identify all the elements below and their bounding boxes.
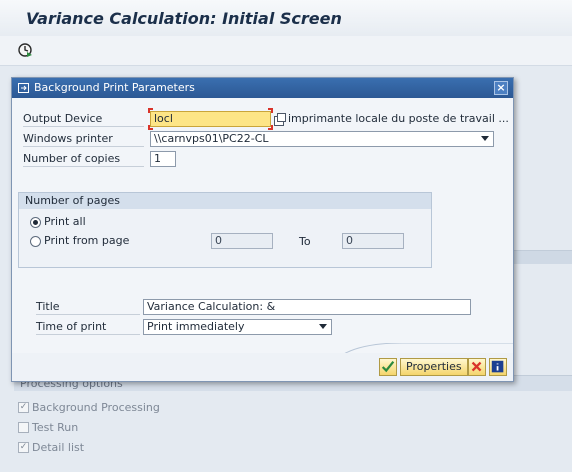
- time-of-print-value: Print immediately: [147, 320, 245, 333]
- chevron-down-icon: [481, 136, 489, 141]
- properties-button[interactable]: Properties: [400, 358, 468, 376]
- output-device-input[interactable]: locl: [150, 111, 271, 127]
- windows-printer-dropdown[interactable]: \\carnvps01\PC22-CL: [150, 131, 494, 147]
- output-device-description: imprimante locale du poste de travail ..…: [288, 112, 509, 125]
- windows-printer-value: \\carnvps01\PC22-CL: [154, 132, 269, 145]
- focus-corner-mark: [148, 108, 153, 113]
- detail-list-option: ✓ Detail list: [18, 439, 84, 455]
- focus-corner-mark: [268, 125, 273, 130]
- app-toolbar: [0, 36, 572, 66]
- windows-printer-label: Windows printer: [23, 131, 144, 147]
- output-device-label: Output Device: [23, 111, 144, 127]
- print-from-page-radio[interactable]: [30, 236, 41, 247]
- focus-corner-mark: [148, 125, 153, 130]
- number-of-pages-group: Number of pages Print all Print from pag…: [18, 192, 432, 268]
- test-run-option: Test Run: [18, 419, 78, 435]
- print-from-page-label: Print from page: [44, 234, 130, 247]
- page-title: Variance Calculation: Initial Screen: [26, 9, 342, 28]
- checkbox-unchecked-icon: [18, 421, 29, 433]
- dialog-titlebar: Background Print Parameters ×: [12, 78, 513, 98]
- option-label: Test Run: [32, 420, 79, 434]
- focus-corner-mark: [268, 108, 273, 113]
- time-of-print-label: Time of print: [36, 319, 140, 335]
- checkbox-checked-icon: ✓: [18, 401, 29, 413]
- option-label: Detail list: [32, 440, 85, 454]
- value-help-icon[interactable]: [274, 113, 286, 126]
- info-icon[interactable]: [489, 358, 507, 376]
- dialog-title: Background Print Parameters: [34, 81, 195, 94]
- background-print-parameters-dialog: Background Print Parameters × Output Dev…: [11, 77, 514, 382]
- to-label: To: [299, 235, 311, 248]
- time-of-print-dropdown[interactable]: Print immediately: [143, 319, 332, 335]
- cancel-x-icon[interactable]: [468, 358, 486, 376]
- execute-clock-icon[interactable]: [17, 42, 33, 58]
- title-input[interactable]: Variance Calculation: &: [143, 299, 471, 315]
- dialog-footer: Properties: [12, 353, 513, 381]
- background-processing-option: ✓ Background Processing: [18, 399, 160, 415]
- dialog-window-icon: [18, 83, 29, 93]
- checkmark-icon[interactable]: [379, 358, 397, 376]
- checkbox-checked-icon: ✓: [18, 441, 29, 453]
- number-of-copies-label: Number of copies: [23, 151, 144, 167]
- app-title-bar: Variance Calculation: Initial Screen: [0, 0, 572, 36]
- number-of-copies-input[interactable]: 1: [150, 151, 176, 167]
- print-all-label: Print all: [44, 215, 86, 228]
- from-page-input[interactable]: 0: [211, 233, 273, 249]
- title-label: Title: [36, 299, 140, 315]
- print-all-radio[interactable]: [30, 217, 41, 228]
- chevron-down-icon: [319, 324, 327, 329]
- to-page-input[interactable]: 0: [342, 233, 404, 249]
- number-of-pages-header: Number of pages: [19, 193, 431, 209]
- option-label: Background Processing: [32, 400, 160, 414]
- close-icon[interactable]: ×: [494, 81, 508, 95]
